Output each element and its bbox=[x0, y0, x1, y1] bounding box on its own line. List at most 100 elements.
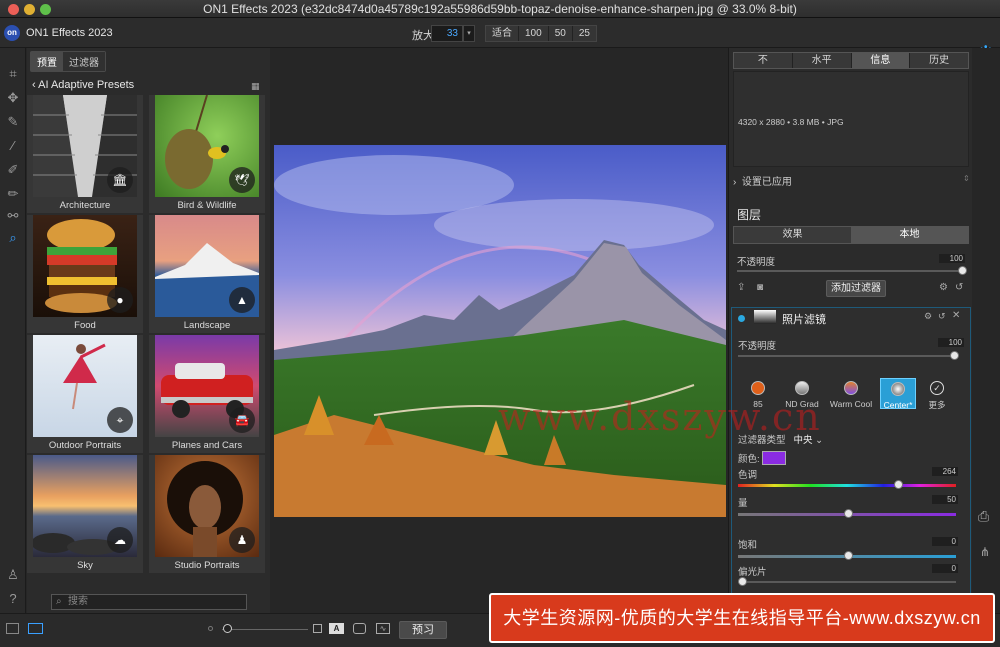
search-input[interactable]: ⌕ 搜索 bbox=[51, 594, 247, 610]
filter-gear-icon[interactable]: ⚙ bbox=[924, 311, 932, 322]
close-window-button[interactable] bbox=[8, 4, 19, 15]
preset-swatch bbox=[891, 382, 905, 396]
crop-tool-icon[interactable]: ⌗ bbox=[5, 66, 21, 82]
minimize-window-button[interactable] bbox=[24, 4, 35, 15]
preset-label: Architecture bbox=[59, 200, 111, 211]
layer-gear-icon[interactable]: ⚙ bbox=[939, 282, 948, 293]
tab-levels[interactable]: 水平 bbox=[792, 53, 852, 68]
mountain-icon: ▲ bbox=[229, 287, 255, 313]
filter-opacity-knob[interactable] bbox=[950, 351, 959, 360]
breadcrumb[interactable]: ‹ AI Adaptive Presets bbox=[32, 79, 134, 91]
zoom-25-button[interactable]: 25 bbox=[572, 26, 596, 41]
adjust-tool-icon[interactable]: ⚯ bbox=[5, 208, 21, 224]
tab-local[interactable]: 本地 bbox=[851, 227, 968, 243]
export-layer-icon[interactable]: ⇪ bbox=[737, 282, 745, 293]
tab-history[interactable]: 历史 bbox=[910, 53, 968, 68]
preset-sky[interactable]: ☁ Sky bbox=[27, 455, 143, 573]
main-photo[interactable] bbox=[274, 145, 726, 517]
grid-view-icon[interactable]: ▦ bbox=[251, 81, 260, 92]
zoom-dropdown-chevron-icon[interactable]: ▾ bbox=[463, 25, 475, 42]
zoom-fit-button[interactable]: 适合 bbox=[486, 26, 519, 41]
color-swatch[interactable] bbox=[762, 451, 786, 465]
saturation-value[interactable]: 0 bbox=[932, 537, 958, 546]
help-icon[interactable]: ? bbox=[5, 591, 21, 607]
thumbnail-size-knob[interactable] bbox=[223, 624, 232, 633]
filter-opacity-label: 不透明度 bbox=[738, 341, 777, 352]
filter-thumbnail bbox=[754, 310, 776, 324]
filter-preset-warm-cool[interactable]: Warm Cool bbox=[828, 381, 874, 409]
tab-info[interactable]: 信息 bbox=[851, 53, 911, 68]
preset-outdoor-portraits[interactable]: ⌖ Outdoor Portraits bbox=[27, 335, 143, 453]
landscape-photo-image bbox=[274, 145, 726, 517]
layer-opacity-label: 不透明度 bbox=[737, 257, 776, 268]
thumbnail-size-slider[interactable] bbox=[222, 629, 308, 630]
layer-opacity-slider[interactable] bbox=[737, 270, 963, 272]
hue-label: 色调 bbox=[738, 470, 758, 481]
tab-presets[interactable]: 预置 bbox=[31, 52, 63, 71]
polarizer-slider[interactable] bbox=[738, 581, 956, 583]
zoom-preset-group: 适合 100 50 25 bbox=[485, 25, 597, 42]
layer-opacity-knob[interactable] bbox=[958, 266, 967, 275]
collapse-arrows-icon[interactable]: ⇕ bbox=[963, 174, 970, 183]
hue-value[interactable]: 264 bbox=[932, 467, 958, 476]
histogram-icon[interactable]: ∿ bbox=[376, 623, 390, 634]
share-icon[interactable]: ⋔ bbox=[980, 545, 990, 559]
retouch-brush-icon[interactable]: ✎ bbox=[5, 114, 21, 130]
camera-icon[interactable]: ◙ bbox=[757, 282, 763, 293]
single-view-icon[interactable] bbox=[6, 623, 19, 634]
masking-brush-icon[interactable]: ⁄ bbox=[5, 138, 21, 154]
reset-icon[interactable]: ↺ bbox=[955, 282, 963, 293]
polarizer-knob[interactable] bbox=[738, 577, 747, 586]
back-chevron-icon[interactable]: ‹ bbox=[32, 79, 36, 91]
watermark-text: www.dxszyw.cn bbox=[498, 395, 822, 439]
move-tool-icon[interactable]: ✥ bbox=[5, 90, 21, 106]
amount-knob[interactable] bbox=[844, 509, 853, 518]
filter-opacity-slider[interactable] bbox=[738, 355, 956, 357]
zoom-window-button[interactable] bbox=[40, 4, 51, 15]
filter-enabled-dot[interactable] bbox=[738, 315, 745, 322]
image-canvas[interactable] bbox=[270, 48, 728, 613]
preset-architecture[interactable]: 🏛 Architecture bbox=[27, 95, 143, 213]
zoom-100-button[interactable]: 100 bbox=[519, 26, 549, 41]
preset-label: Landscape bbox=[183, 320, 231, 331]
zoom-50-button[interactable]: 50 bbox=[548, 26, 573, 41]
filter-opacity-value[interactable]: 100 bbox=[938, 338, 964, 347]
tab-filters[interactable]: 过滤器 bbox=[63, 52, 105, 71]
print-icon[interactable]: ⎙ bbox=[978, 508, 989, 525]
user-icon[interactable]: ♙ bbox=[5, 567, 21, 583]
preset-grid: 🏛 Architecture 🕊 Bird & Wildlife ● Food … bbox=[27, 95, 270, 625]
preview-button[interactable]: 预习 bbox=[399, 621, 447, 639]
browser-tabs: 预置 过滤器 bbox=[30, 51, 106, 72]
saturation-knob[interactable] bbox=[844, 551, 853, 560]
add-filter-button[interactable]: 添加过滤器 bbox=[826, 280, 886, 297]
preset-thumbnail: ▲ bbox=[155, 215, 259, 317]
tab-navigator[interactable]: 不 bbox=[734, 53, 793, 68]
settings-applied-row[interactable]: › 设置已应用 bbox=[733, 173, 792, 188]
amount-value[interactable]: 50 bbox=[932, 495, 958, 504]
compare-view-icon[interactable] bbox=[28, 623, 43, 634]
amount-label: 量 bbox=[738, 498, 748, 509]
preset-bird-wildlife[interactable]: 🕊 Bird & Wildlife bbox=[149, 95, 265, 213]
zoom-input[interactable]: 33 bbox=[431, 25, 463, 42]
paint-brush-icon[interactable]: ✏ bbox=[5, 186, 21, 202]
mask-view-icon[interactable] bbox=[353, 623, 366, 634]
tool-strip: ⌗ ✥ ✎ ⁄ ✐ ✏ ⚯ ⌕ ♙ ? ▭ bbox=[0, 48, 26, 647]
zoom-tool-icon[interactable]: ⌕ bbox=[5, 230, 21, 246]
tab-effects[interactable]: 效果 bbox=[734, 227, 851, 243]
layer-opacity-value[interactable]: 100 bbox=[939, 254, 965, 263]
checkbox-square-icon[interactable] bbox=[313, 624, 322, 633]
hue-knob[interactable] bbox=[894, 480, 903, 489]
filter-preset-more[interactable]: ✓ 更多 bbox=[920, 381, 954, 411]
preset-food[interactable]: ● Food bbox=[27, 215, 143, 333]
refine-brush-icon[interactable]: ✐ bbox=[5, 162, 21, 178]
preset-landscape[interactable]: ▲ Landscape bbox=[149, 215, 265, 333]
hue-slider[interactable] bbox=[738, 484, 956, 487]
filter-reset-icon[interactable]: ↺ bbox=[938, 311, 946, 322]
preset-studio-portraits[interactable]: ♟ Studio Portraits bbox=[149, 455, 265, 573]
text-overlay-icon[interactable]: A bbox=[329, 623, 344, 634]
filter-close-icon[interactable]: ✕ bbox=[952, 310, 960, 321]
filter-preset-center[interactable]: Center* bbox=[880, 378, 916, 410]
preset-planes-cars[interactable]: 🚘 Planes and Cars bbox=[149, 335, 265, 453]
polarizer-value[interactable]: 0 bbox=[932, 564, 958, 573]
check-icon: ✓ bbox=[930, 381, 944, 395]
